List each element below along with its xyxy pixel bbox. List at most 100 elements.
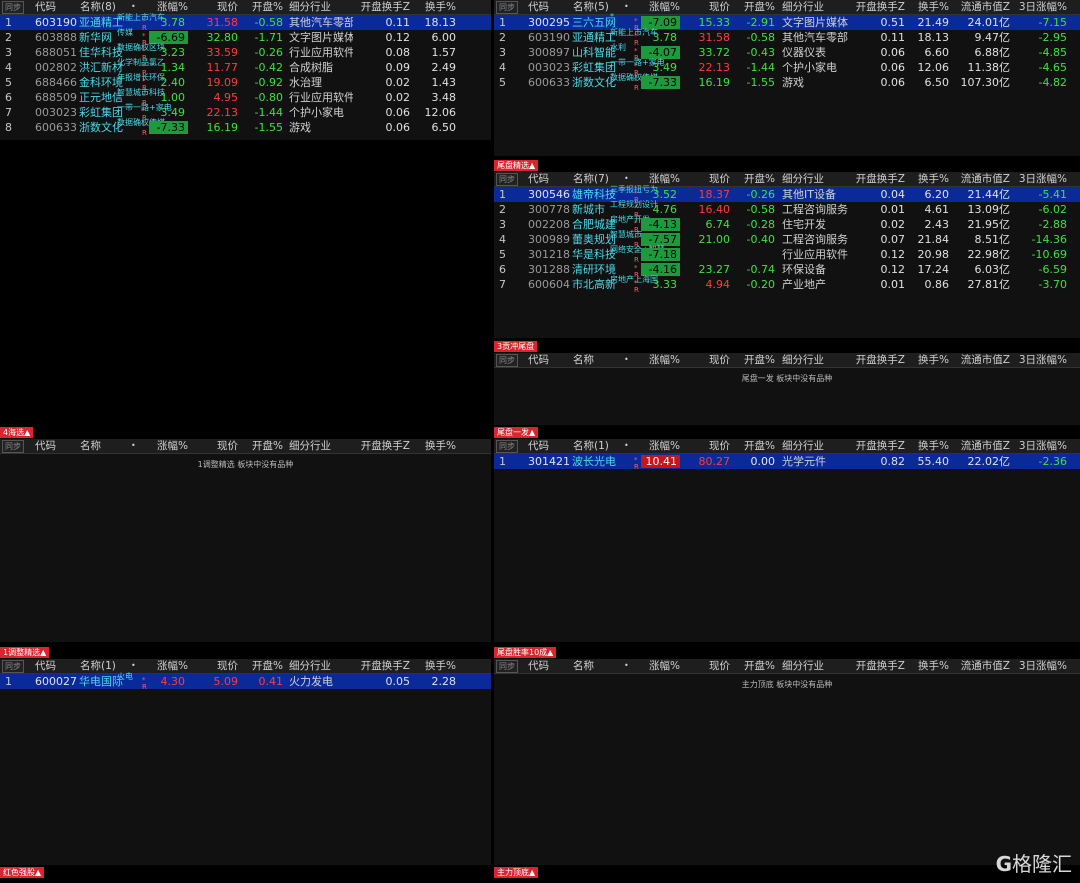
col-open-turn[interactable]: 开盘换手Z — [355, 659, 410, 673]
sync-button[interactable]: 同步 — [496, 1, 518, 14]
table-row[interactable]: 4 003023 彩虹集团 一带一路+家电 * R 3.49 22.13 -1.44 个护小家电 0… — [494, 58, 1080, 77]
col-code[interactable]: 代码 — [528, 659, 549, 673]
col-open-turn[interactable]: 开盘换手Z — [848, 659, 905, 673]
col-turn[interactable]: 换手% — [907, 172, 949, 186]
table-row[interactable]: 3 688051 佳华科技 数据确权区块 * R 3.23 33.59 -0.26 行业应用软件 0… — [0, 43, 491, 62]
col-open[interactable]: 开盘% — [732, 439, 775, 453]
panel-tag-main-force[interactable]: 主力顶底▲ — [494, 867, 539, 878]
col-open-turn[interactable]: 开盘换手Z — [848, 439, 905, 453]
col-chg[interactable]: 涨幅% — [140, 439, 188, 453]
col-open[interactable]: 开盘% — [732, 0, 775, 14]
table-row[interactable]: 3 002208 合肥城建 房地产开发 * R -4.13 6.74 -0.28 住宅开发 0.02… — [494, 215, 1080, 234]
col-open-turn[interactable]: 开盘换手Z — [848, 172, 905, 186]
panel-tag-red-strong[interactable]: 红色强股▲ — [0, 867, 45, 878]
table-row[interactable]: 2 603888 新华网 传媒 * R -6.69 32.80 -1.71 文字图片媒体 0.12 6… — [0, 28, 491, 47]
col-code[interactable]: 代码 — [528, 0, 549, 14]
col-mcap[interactable]: 流通市值Z — [954, 659, 1010, 673]
col-chg[interactable]: 涨幅% — [632, 439, 680, 453]
col-open[interactable]: 开盘% — [240, 0, 283, 14]
col-name[interactable]: 名称(1) — [80, 659, 116, 673]
col-chg[interactable]: 涨幅% — [632, 0, 680, 14]
col-turn[interactable]: 换手% — [414, 0, 456, 14]
col-industry[interactable]: 细分行业 — [782, 659, 824, 673]
table-row[interactable]: 8 600633 浙数文化 数据确权传媒 * R -7.33 16.19 -1.55 游戏 0.06… — [0, 118, 491, 137]
col-turn[interactable]: 换手% — [414, 659, 456, 673]
col-price[interactable]: 现价 — [195, 659, 238, 673]
col-chg3[interactable]: 3日涨幅% — [1014, 0, 1067, 14]
col-name[interactable]: 名称(8) — [80, 0, 116, 14]
col-open-turn[interactable]: 开盘换手Z — [355, 439, 410, 453]
sync-button[interactable]: 同步 — [496, 173, 518, 186]
table-row[interactable]: 1 300546 雄帝科技 三季报扭亏为 * R 3.52 18.37 -0.26 其他IT设备 0… — [494, 185, 1080, 204]
col-industry[interactable]: 细分行业 — [289, 439, 331, 453]
panel-tag-adjust[interactable]: 1调整精选▲ — [0, 647, 50, 658]
col-open[interactable]: 开盘% — [732, 659, 775, 673]
col-price[interactable]: 现价 — [687, 172, 730, 186]
sync-button[interactable]: 同步 — [2, 1, 24, 14]
col-open[interactable]: 开盘% — [732, 353, 775, 367]
col-name[interactable]: 名称 — [80, 439, 101, 453]
col-code[interactable]: 代码 — [35, 659, 56, 673]
col-chg3[interactable]: 3日涨幅% — [1014, 353, 1067, 367]
sync-button[interactable]: 同步 — [2, 440, 24, 453]
col-open[interactable]: 开盘% — [240, 439, 283, 453]
sync-button[interactable]: 同步 — [496, 354, 518, 367]
col-chg[interactable]: 涨幅% — [632, 353, 680, 367]
col-turn[interactable]: 换手% — [907, 0, 949, 14]
sync-button[interactable]: 同步 — [496, 440, 518, 453]
table-row[interactable]: 4 002802 洪汇新材 化学制品氯乙 * R 1.34 11.77 -0.42 合成树脂 0.0… — [0, 58, 491, 77]
table-row[interactable]: 5 600633 浙数文化 数据确权传媒 * R -7.33 16.19 -1.55 游戏 0.06… — [494, 73, 1080, 92]
col-mcap[interactable]: 流通市值Z — [954, 353, 1010, 367]
col-industry[interactable]: 细分行业 — [289, 0, 331, 14]
col-open[interactable]: 开盘% — [732, 172, 775, 186]
col-chg3[interactable]: 3日涨幅% — [1014, 172, 1067, 186]
col-price[interactable]: 现价 — [195, 439, 238, 453]
col-name[interactable]: 名称(5) — [573, 0, 609, 14]
col-code[interactable]: 代码 — [528, 439, 549, 453]
col-open[interactable]: 开盘% — [240, 659, 283, 673]
col-open-turn[interactable]: 开盘换手Z — [848, 0, 905, 14]
col-industry[interactable]: 细分行业 — [782, 172, 824, 186]
table-row[interactable]: 6 688509 正元地信 智慧城市科技 * R 1.00 4.95 -0.80 行业应用软件 0.… — [0, 88, 491, 107]
col-industry[interactable]: 细分行业 — [782, 0, 824, 14]
panel-tag-tail-one[interactable]: 尾盘一发▲ — [494, 427, 539, 438]
table-row[interactable]: 5 688466 金科环境 年报增长环保 * R 2.40 19.09 -0.92 水治理 0.02… — [0, 73, 491, 92]
table-row[interactable]: 1 301421 波长光电 * R 10.41 80.27 0.00 光学元件 0.82 55.40… — [494, 454, 1080, 471]
panel-tag-tail-select[interactable]: 尾盘精选▲ — [494, 160, 539, 171]
table-row[interactable]: 1 600027 华电国际 火电 * R 4.30 5.09 0.41 火力发电 0.05 2.28 — [0, 672, 491, 691]
table-row[interactable]: 6 301288 清研环境 * R -4.16 23.27 -0.74 环保设备 0.12 17.2… — [494, 262, 1080, 279]
table-row[interactable]: 2 300778 新城市 工程规划设计 * R 4.76 16.40 -0.58 工程咨询服务 0.… — [494, 200, 1080, 219]
col-turn[interactable]: 换手% — [907, 353, 949, 367]
col-open-turn[interactable]: 开盘换手Z — [848, 353, 905, 367]
col-turn[interactable]: 换手% — [414, 439, 456, 453]
col-price[interactable]: 现价 — [687, 439, 730, 453]
col-code[interactable]: 代码 — [528, 172, 549, 186]
col-industry[interactable]: 细分行业 — [289, 659, 331, 673]
col-industry[interactable]: 细分行业 — [782, 353, 824, 367]
panel-tag-winrate[interactable]: 尾盘胜率10成▲ — [494, 647, 557, 658]
col-price[interactable]: 现价 — [687, 659, 730, 673]
col-industry[interactable]: 细分行业 — [782, 439, 824, 453]
sync-button[interactable]: 同步 — [2, 660, 24, 673]
col-price[interactable]: 现价 — [687, 353, 730, 367]
table-row[interactable]: 4 300989 蕾奥规划 智慧城市 * R -7.57 21.00 -0.40 工程咨询服务 0.… — [494, 230, 1080, 249]
col-code[interactable]: 代码 — [35, 0, 56, 14]
col-turn[interactable]: 换手% — [907, 659, 949, 673]
col-name[interactable]: 名称(7) — [573, 172, 609, 186]
panel-tag-4haixuan[interactable]: 4海选▲ — [0, 427, 34, 438]
col-mcap[interactable]: 流通市值Z — [954, 0, 1010, 14]
sync-button[interactable]: 同步 — [496, 660, 518, 673]
table-row[interactable]: 2603190亚通精工新能上市汽车*R3.7831.58-0.58其他汽车零部件… — [494, 28, 1080, 47]
col-name[interactable]: 名称 — [573, 659, 594, 673]
table-row[interactable]: 3 300897 山科智能 水利 * R -4.07 33.72 -0.43 仪器仪表 0.06 6.… — [494, 43, 1080, 62]
col-chg3[interactable]: 3日涨幅% — [1014, 439, 1067, 453]
col-turn[interactable]: 换手% — [907, 439, 949, 453]
col-chg[interactable]: 涨幅% — [140, 659, 188, 673]
col-chg[interactable]: 涨幅% — [632, 659, 680, 673]
col-name[interactable]: 名称 — [573, 353, 594, 367]
col-code[interactable]: 代码 — [528, 353, 549, 367]
col-price[interactable]: 现价 — [687, 0, 730, 14]
table-row[interactable]: 5 301218 华是科技 网络安全+智慧 * R -7.18 行业应用软件 0.12 20.98… — [494, 245, 1080, 264]
col-code[interactable]: 代码 — [35, 439, 56, 453]
col-open-turn[interactable]: 开盘换手Z — [355, 0, 410, 14]
